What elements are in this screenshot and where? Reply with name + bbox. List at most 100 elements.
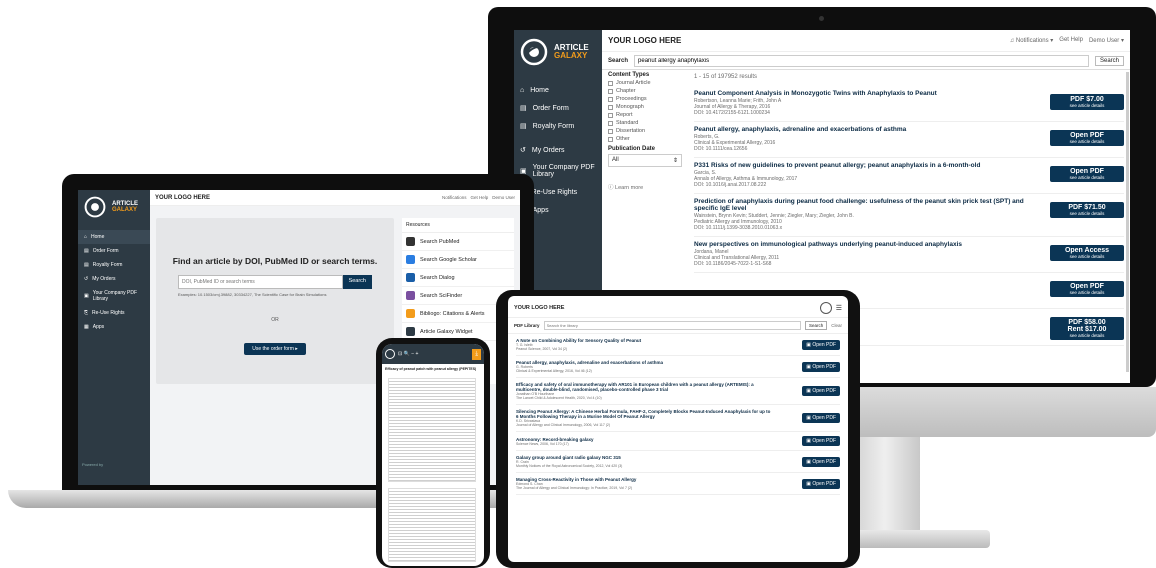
notifications-menu[interactable]: ♫ Notifications ▾ <box>1010 37 1054 44</box>
laptop-nav-item[interactable]: ▣ Your Company PDF Library <box>78 286 150 306</box>
resource-link[interactable]: Search PubMed <box>402 233 514 251</box>
result-title[interactable]: Peanut Component Analysis in Monozygotic… <box>694 90 1024 97</box>
result-details-label: see article details <box>1069 333 1105 338</box>
galaxy-logo-icon <box>520 38 548 66</box>
laptop-nav-item[interactable]: ↺ My Orders <box>78 272 150 286</box>
nav-order-form[interactable]: ▤ Order Form <box>514 99 602 117</box>
user-menu[interactable]: Demo User <box>492 195 515 200</box>
checkbox-icon[interactable] <box>608 128 613 134</box>
open-pdf-label: Open PDF <box>812 480 836 487</box>
content-type-filter[interactable]: Monograph <box>608 104 682 110</box>
content-type-filter[interactable]: Standard <box>608 120 682 126</box>
pdf-icon: ▣ <box>84 293 89 299</box>
checkbox-icon[interactable] <box>608 112 613 118</box>
find-search-button[interactable]: Search <box>342 275 372 289</box>
result-action-button[interactable]: Open Access see article details <box>1050 245 1124 261</box>
result-title[interactable]: Prediction of anaphylaxis during peanut … <box>694 198 1024 212</box>
library-search-button[interactable]: Search <box>804 321 828 330</box>
result-title[interactable]: P331 Risks of new guidelines to prevent … <box>694 162 1024 169</box>
laptop-nav-item[interactable]: ▦ Apps <box>78 320 150 334</box>
help-link[interactable]: Get Help <box>1059 37 1083 44</box>
content-type-filter[interactable]: Proceedings <box>608 96 682 102</box>
open-pdf-button[interactable]: ▣ Open PDF <box>802 413 840 423</box>
laptop-nav-item[interactable]: ⌂ Home <box>78 230 150 244</box>
monitor-camera <box>819 16 824 21</box>
learn-more-link[interactable]: ⓘ Learn more <box>608 183 682 191</box>
result-action-button[interactable]: PDF $71.50 see article details <box>1050 202 1124 218</box>
resource-link[interactable]: Search Dialog <box>402 269 514 287</box>
result-action-button[interactable]: Open PDF see article details <box>1050 166 1124 182</box>
content-type-filter[interactable]: Chapter <box>608 88 682 94</box>
results-scrollbar[interactable] <box>1126 72 1129 372</box>
home-icon: ⌂ <box>520 87 525 94</box>
result-action-label: Open Access <box>1064 247 1110 254</box>
result-action-button[interactable]: Open PDF see article details <box>1050 281 1124 297</box>
checkbox-icon[interactable] <box>608 120 613 126</box>
nav-label: Re-Use Rights <box>92 310 125 316</box>
order-form-button[interactable]: Use the order form ▸ <box>244 343 306 355</box>
order-form-label: Use the order form <box>252 346 294 352</box>
result-action-button[interactable]: PDF $58.00 Rent $17.00 see article details <box>1050 317 1124 340</box>
open-pdf-button[interactable]: ▣ Open PDF <box>802 361 840 372</box>
result-doi: DOI: 10.4172/2155-6121.1000234 <box>694 110 770 116</box>
open-pdf-button[interactable]: ▣ Open PDF <box>802 386 840 396</box>
result-action-button[interactable]: PDF $7.00 see article details <box>1050 94 1124 110</box>
content-type-filter[interactable]: Journal Article <box>608 80 682 86</box>
content-type-filter[interactable]: Report <box>608 112 682 118</box>
find-search-input[interactable] <box>178 275 343 289</box>
laptop-nav-item[interactable]: ▤ Order Form <box>78 244 150 258</box>
home-icon: ⌂ <box>84 234 88 240</box>
pub-date-select[interactable]: All ⇕ <box>608 154 682 167</box>
notifications-menu[interactable]: Notifications <box>442 195 467 200</box>
laptop-nav-item[interactable]: ▤ Royalty Form <box>78 258 150 272</box>
library-item-title[interactable]: Efficacy and safety of oral immunotherap… <box>516 382 771 392</box>
open-pdf-button[interactable]: ▣ Open PDF <box>802 478 840 489</box>
nav-label: Apps <box>532 206 549 214</box>
user-menu[interactable]: Demo User ▾ <box>1089 37 1124 44</box>
open-pdf-button[interactable]: ▣ Open PDF <box>802 436 840 446</box>
pdf-library-tab[interactable]: PDF Library <box>514 323 540 328</box>
search-input[interactable] <box>634 54 1089 67</box>
your-logo: YOUR LOGO HERE <box>155 194 211 201</box>
nav-home[interactable]: ⌂ Home <box>514 82 602 99</box>
content-types-title: Content Types <box>608 72 650 78</box>
history-icon: ↺ <box>84 276 89 282</box>
content-type-filter[interactable]: Other <box>608 136 682 142</box>
clear-link[interactable]: Clear <box>831 323 842 328</box>
open-pdf-button[interactable]: ▣ Open PDF <box>802 456 840 467</box>
result-details-label: see article details <box>1069 175 1105 180</box>
library-item-source: The Journal of Allergy and Clinical Immu… <box>516 486 633 490</box>
content-type-filter[interactable]: Dissertation <box>608 128 682 134</box>
library-item-title[interactable]: Silencing Peanut Allergy: A Chinese Herb… <box>516 409 771 419</box>
learn-more-label: Learn more <box>615 185 644 191</box>
desktop-search-bar: Search Search <box>602 52 1130 70</box>
checkbox-icon[interactable] <box>608 96 613 102</box>
nav-royalty-form[interactable]: ▤ Royalty Form <box>514 117 602 135</box>
result-action-button[interactable]: Open PDF see article details <box>1050 130 1124 146</box>
result-title[interactable]: New perspectives on immunological pathwa… <box>694 241 1024 248</box>
resource-link[interactable]: Search Google Scholar <box>402 251 514 269</box>
menu-icon[interactable]: ☰ <box>836 304 842 312</box>
checkbox-icon[interactable] <box>608 104 613 110</box>
laptop-nav-item[interactable]: ⎘ Re-Use Rights <box>78 306 150 320</box>
open-pdf-button[interactable]: ▣ Open PDF <box>802 339 840 350</box>
checkbox-icon[interactable] <box>608 88 613 94</box>
tablet-screen: YOUR LOGO HERE ☰ PDF Library Search Clea… <box>508 296 848 562</box>
tablet-search-bar: PDF Library Search Clear <box>508 318 848 334</box>
your-logo: YOUR LOGO HERE <box>608 36 682 45</box>
result-details-label: see article details <box>1069 103 1105 108</box>
search-button[interactable]: Search <box>1094 55 1124 66</box>
help-link[interactable]: Get Help <box>470 195 488 200</box>
checkbox-icon[interactable] <box>608 80 613 86</box>
download-icon[interactable]: ⤓ <box>472 348 481 360</box>
content-type-label: Chapter <box>616 88 636 94</box>
result-action-label: PDF $7.00 <box>1070 96 1104 103</box>
library-item-source: Science News, 2006, Vol 170 (17) <box>516 441 569 446</box>
checkbox-icon[interactable] <box>608 136 613 142</box>
nav-my-orders[interactable]: ↺ My Orders <box>514 141 602 159</box>
library-search-input[interactable] <box>543 321 801 330</box>
result-doi: DOI: 10.1016/j.anai.2017.08.222 <box>694 182 767 188</box>
nav-label: My Orders <box>531 146 565 154</box>
search-examples: Examples: 10.1503/cmj.39882, 30334227, T… <box>178 292 327 297</box>
result-title[interactable]: Peanut allergy, anaphylaxis, adrenaline … <box>694 126 1024 133</box>
